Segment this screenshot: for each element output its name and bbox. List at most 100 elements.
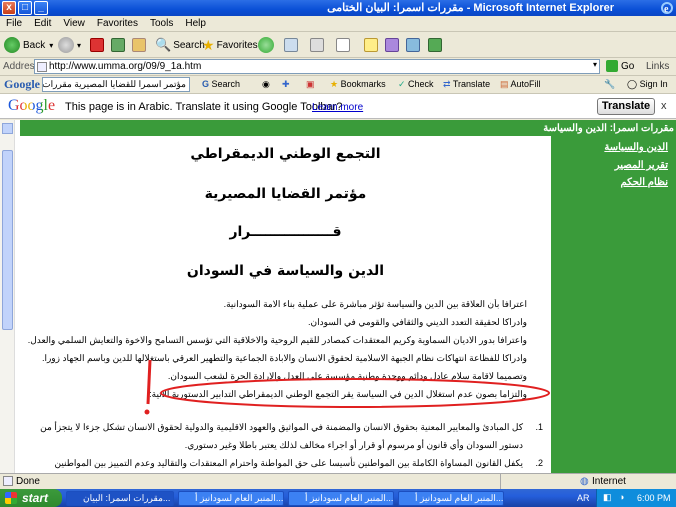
internet-zone-icon: ◍: [580, 476, 589, 487]
article: التجمع الوطني الديمقراطي مؤتمر القضايا ا…: [20, 136, 551, 473]
taskbar-item-label: مقررات اسمرا: البيان...: [83, 493, 171, 503]
research-button[interactable]: [385, 35, 399, 55]
google-search-button[interactable]: G Search: [202, 79, 240, 89]
taskbar-item[interactable]: المنبر العام لسودانيز أ...: [178, 491, 284, 506]
search-button[interactable]: 🔍 Search: [155, 35, 205, 55]
links-button[interactable]: Links: [646, 61, 669, 72]
address-input[interactable]: http://www.umma.org/09/9_1a.htm ▾: [34, 59, 600, 74]
search-icon: 🔍: [155, 37, 172, 52]
taskbar-item[interactable]: المنبر العام لسودانيز أ...: [288, 491, 394, 506]
windows-logo-icon: [5, 492, 17, 504]
close-icon: x: [2, 1, 16, 15]
google-autofill-button[interactable]: ▤ AutoFill: [500, 79, 541, 90]
tray-volume-icon[interactable]: ◑: [619, 492, 624, 502]
ie-logo-icon: e: [661, 2, 673, 15]
history-icon: [258, 37, 274, 53]
menu-bar: File Edit View Favorites Tools Help: [0, 16, 676, 32]
google-bookmarks-button[interactable]: ★ Bookmarks: [330, 79, 386, 90]
forward-button[interactable]: ▾: [58, 35, 81, 55]
stop-button[interactable]: [90, 35, 104, 55]
sidebar-link-system-of-government[interactable]: نظام الحكم: [621, 177, 668, 188]
user-icon: ◯: [627, 79, 640, 89]
tray-network-icon[interactable]: ◧: [603, 492, 612, 503]
scroll-up-arrow-icon[interactable]: [2, 123, 13, 134]
vertical-scrollbar[interactable]: [0, 120, 15, 473]
page-content: مقررات اسمرا: الدين والسياسة الدين والسي…: [0, 120, 676, 473]
refresh-icon: [111, 38, 125, 52]
discuss-button[interactable]: [364, 35, 378, 55]
messenger-button[interactable]: [406, 35, 420, 55]
translate-button[interactable]: Translate: [597, 98, 655, 115]
mail-icon: [284, 38, 298, 52]
mail-button[interactable]: [284, 35, 298, 55]
home-button[interactable]: [132, 35, 146, 55]
sidebar-link-religion-politics[interactable]: الدين والسياسة: [604, 142, 668, 153]
sidebar-heading: مقررات اسمرا: الدين والسياسة: [543, 123, 674, 134]
star-icon: ★: [202, 36, 215, 53]
google-translate-button[interactable]: ⇄ Translate: [443, 79, 490, 90]
menu-file[interactable]: File: [0, 16, 28, 29]
go-label: Go: [621, 60, 635, 72]
messenger-icon: [406, 38, 420, 52]
back-button[interactable]: Back ▾: [4, 35, 53, 55]
back-arrow-icon: [4, 37, 20, 53]
google-translate-label: Translate: [452, 79, 491, 89]
language-indicator[interactable]: AR: [577, 493, 590, 503]
discuss-icon: [364, 38, 378, 52]
google-signin-button[interactable]: ◯ Sign In: [627, 79, 668, 90]
taskbar: start مقررات اسمرا: البيان... المنبر الع…: [0, 489, 676, 507]
refresh-button[interactable]: [111, 35, 125, 55]
stop-icon: [90, 38, 104, 52]
status-text: Done: [16, 476, 40, 487]
google-search-label: Search: [211, 79, 241, 89]
scrollbar-thumb[interactable]: [2, 150, 13, 330]
taskbar-item-label: المنبر العام لسودانيز أ...: [415, 493, 504, 503]
menu-edit[interactable]: Edit: [28, 16, 57, 29]
window-title-bar: مقررات اسمرا: البيان الختامى - Microsoft…: [0, 0, 676, 16]
menu-favorites[interactable]: Favorites: [91, 16, 144, 29]
google-toolbar-logo[interactable]: Google: [4, 77, 40, 92]
go-button[interactable]: Go: [606, 60, 634, 72]
window-title: مقررات اسمرا: البيان الختامى - Microsoft…: [327, 2, 614, 14]
google-autofill-label: AutoFill: [510, 79, 541, 89]
start-button[interactable]: start: [0, 489, 62, 507]
search-label: Search: [173, 39, 205, 51]
msn-button[interactable]: [428, 35, 442, 55]
learn-more-link[interactable]: Learn more: [312, 102, 363, 113]
google-search-input[interactable]: مؤتمر اسمرا للقضايا المصيرية مقررات: [42, 77, 190, 92]
address-dropdown-icon[interactable]: ▾: [593, 60, 597, 69]
google-check-button[interactable]: ✓ Check: [398, 79, 434, 90]
status-divider: [500, 474, 501, 489]
bookmark-star-icon: ★: [330, 79, 341, 89]
google-settings-icon[interactable]: 🔧: [604, 79, 615, 90]
google-popup-blocker-icon[interactable]: ◉: [262, 79, 270, 90]
history-button[interactable]: [258, 35, 277, 55]
edit-button[interactable]: [336, 35, 350, 55]
system-tray: AR ◧ ◑ 6:00 PM: [577, 489, 676, 507]
minimize-window-button[interactable]: _: [34, 1, 48, 15]
address-bar: Address http://www.umma.org/09/9_1a.htm …: [0, 58, 676, 76]
menu-help[interactable]: Help: [179, 16, 212, 29]
close-window-button[interactable]: x: [2, 1, 16, 15]
google-plus-icon[interactable]: ✚: [282, 79, 290, 90]
menu-tools[interactable]: Tools: [144, 16, 179, 29]
autofill-icon: ▤: [500, 79, 511, 89]
maximize-window-button[interactable]: □: [18, 1, 32, 15]
internet-zone-label: Internet: [592, 476, 626, 487]
sidebar-link-self-determination[interactable]: تقرير المصير: [615, 160, 668, 171]
close-translate-bar-icon[interactable]: x: [661, 100, 667, 112]
forward-dropdown-icon: ▾: [77, 40, 82, 50]
back-dropdown-icon: ▾: [49, 40, 54, 50]
favorites-button[interactable]: ★ Favorites: [202, 35, 258, 55]
taskbar-item[interactable]: المنبر العام لسودانيز أ...: [398, 491, 504, 506]
forward-arrow-icon: [58, 37, 74, 53]
menu-view[interactable]: View: [57, 16, 91, 29]
google-news-icon[interactable]: ▣: [306, 79, 315, 90]
red-annotation: [144, 359, 550, 415]
google-g-icon: G: [202, 79, 212, 89]
page-status-icon: [3, 476, 13, 486]
edit-icon: [336, 38, 350, 52]
back-label: Back: [23, 39, 46, 51]
print-button[interactable]: [310, 35, 324, 55]
taskbar-item[interactable]: مقررات اسمرا: البيان...: [66, 491, 174, 506]
